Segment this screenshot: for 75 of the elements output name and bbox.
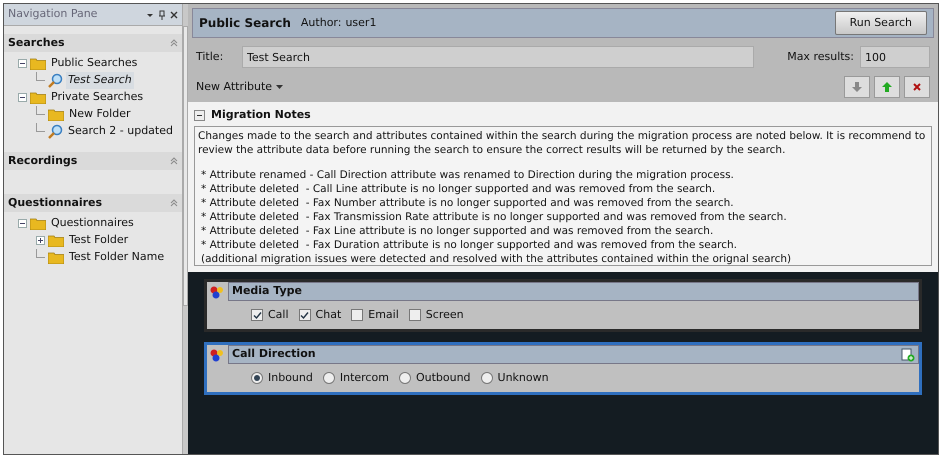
checkbox-label: Email — [368, 306, 399, 323]
caret-icon — [276, 84, 284, 90]
checkbox-label: Chat — [316, 306, 342, 323]
attribute-icon — [210, 284, 224, 298]
checkbox[interactable] — [251, 309, 263, 321]
add-icon[interactable] — [901, 348, 915, 362]
up-arrow-icon — [882, 82, 892, 92]
note-line: * Attribute deleted - Fax Transmission Rate attribute is no longer supported and was removed from the search. — [200, 210, 788, 224]
delete-icon — [913, 83, 921, 91]
tree-item[interactable]: Private Searches — [49, 89, 146, 106]
radio-label: Outbound — [416, 370, 471, 386]
radio-label: Intercom — [340, 370, 389, 386]
tree-item[interactable]: Questionnaires — [49, 215, 136, 232]
radio-button[interactable] — [251, 372, 263, 384]
tree-item[interactable]: Search 2 - updated — [66, 123, 175, 140]
attribute-header: Call Direction — [228, 345, 919, 364]
checkbox[interactable] — [408, 309, 421, 321]
folder-icon — [48, 234, 64, 247]
collapse-icon[interactable] — [18, 93, 27, 102]
note-footer: (additional migration issues were detected and resolved with the attributes contained within the orignal search) — [198, 252, 928, 266]
max-results-field[interactable]: 100 — [860, 46, 930, 68]
collapse-section-icon[interactable] — [170, 157, 178, 165]
radio-button[interactable] — [480, 372, 493, 384]
note-line: * Attribute deleted - Fax Number attribute is no longer supported and was removed from the search. — [200, 196, 735, 210]
folder-icon — [30, 91, 46, 104]
attribute-icon — [210, 348, 224, 362]
expand-icon[interactable] — [36, 236, 45, 245]
down-arrow-icon — [852, 82, 862, 92]
tree-item[interactable]: Test Folder — [67, 232, 130, 249]
close-icon[interactable] — [170, 10, 178, 18]
notes-title: Migration Notes — [211, 106, 311, 123]
pin-icon[interactable] — [158, 10, 166, 20]
radio-label: Unknown — [498, 370, 549, 386]
radio-button[interactable] — [398, 372, 411, 384]
tree-item[interactable]: Test Search — [66, 72, 134, 89]
magnifier-icon — [48, 73, 63, 88]
note-line: * Attribute deleted - Fax Line attribute is no longer supported and was removed from the search. — [200, 224, 714, 238]
collapse-section-icon[interactable] — [170, 199, 178, 207]
note-line: * Attribute renamed - Call Direction attribute was renamed to Direction during the migration process. — [200, 168, 735, 182]
folder-icon — [48, 108, 64, 121]
title-label: Title: — [196, 48, 224, 65]
section-header[interactable]: Questionnaires — [4, 194, 182, 212]
run-search-button[interactable]: Run Search — [834, 11, 927, 35]
search-title: Public Search — [199, 15, 291, 32]
collapse-icon[interactable] — [194, 110, 205, 120]
checkbox[interactable] — [351, 309, 364, 321]
note-line: * Attribute deleted - Call Line attribute is no longer supported and was removed from the search. — [200, 182, 716, 196]
notes-intro: Changes made to the search and attributes contained within the search during the migration process are noted below. It is recommend to review the attribute data before running the search to ensure the correct results will be returned by the search. — [198, 129, 926, 157]
section-header[interactable]: Searches — [4, 34, 182, 52]
folder-icon — [30, 217, 46, 230]
note-line: * Attribute deleted - Fax Duration attribute is no longer supported and was removed from the search. — [200, 238, 738, 252]
collapse-icon[interactable] — [18, 59, 27, 68]
author-label: Author: — [300, 14, 342, 31]
tree-item[interactable]: Test Folder Name — [67, 249, 166, 266]
pane-title: Navigation Pane — [8, 6, 98, 22]
attribute-header: Media Type — [228, 282, 919, 301]
magnifier-icon — [48, 124, 63, 139]
title-field[interactable]: Test Search — [242, 46, 754, 68]
collapse-icon[interactable] — [18, 219, 27, 228]
folder-icon — [30, 57, 46, 70]
new-attribute-menu[interactable]: New Attribute — [196, 78, 284, 96]
section-header[interactable]: Recordings — [4, 152, 182, 170]
radio-label: Inbound — [268, 370, 313, 386]
move-down-button[interactable] — [844, 76, 870, 98]
tree-item[interactable]: Public Searches — [49, 55, 140, 72]
checkbox[interactable] — [298, 309, 311, 321]
tree-item[interactable]: New Folder — [67, 106, 132, 123]
collapse-section-icon[interactable] — [170, 39, 178, 47]
checkbox-label: Screen — [426, 306, 464, 323]
author-name: user1 — [345, 14, 378, 31]
delete-button[interactable] — [904, 76, 930, 98]
radio-button[interactable] — [322, 372, 335, 384]
checkbox-label: Call — [268, 306, 289, 323]
folder-icon — [48, 251, 64, 264]
max-results-label: Max results: — [787, 48, 854, 65]
